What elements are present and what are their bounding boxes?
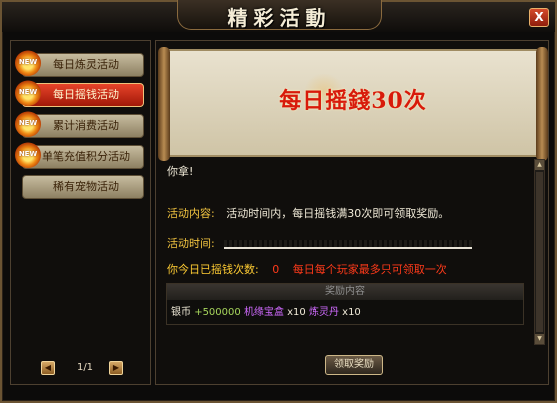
menu-item-daily-money-tree[interactable]: NEW 每日摇钱活动: [15, 80, 144, 107]
scroll-down-icon[interactable]: ▼: [535, 334, 544, 344]
close-button[interactable]: X: [529, 8, 549, 27]
content-text: 活动时间内，每日摇钱满30次即可领取奖励。: [226, 207, 450, 220]
new-badge-icon: NEW: [15, 50, 41, 76]
count-row: 你今日已摇钱次数: 0 每日每个玩家最多只可领取一次: [167, 261, 447, 277]
menu-item-label: 单笔充值积分活动: [42, 150, 130, 163]
menu-item-cumulative-spend[interactable]: NEW 累计消费活动: [15, 111, 144, 138]
page-indicator: 1/1: [76, 362, 94, 373]
new-badge-icon: NEW: [15, 142, 41, 168]
count-label: 你今日已摇钱次数:: [167, 263, 259, 276]
menu-item-daily-refine[interactable]: NEW 每日炼灵活动: [15, 50, 144, 77]
new-badge-text: NEW: [18, 150, 38, 158]
new-badge-icon: NEW: [15, 80, 41, 106]
reward-qty-2: x10: [342, 307, 361, 318]
pager: ◀ 1/1 ▶: [41, 361, 126, 377]
activity-list-panel: NEW 每日炼灵活动 NEW 每日摇钱活动 NEW 累计消费活动 NEW 单笔充…: [10, 40, 151, 385]
redacted-time: [224, 239, 473, 249]
window-title: 精彩活動: [227, 6, 332, 30]
new-badge-text: NEW: [18, 88, 38, 96]
reward-qty-1: x10: [287, 307, 306, 318]
activity-window: 精彩活動 X NEW 每日炼灵活动 NEW 每日摇钱活动 NEW 累计消费活动 …: [0, 0, 557, 403]
menu-item-single-recharge[interactable]: NEW 单笔充值积分活动: [15, 142, 144, 169]
new-badge-icon: NEW: [15, 111, 41, 137]
activity-description: 你拿! 活动内容: 活动时间内，每日摇钱满30次即可领取奖励。 活动时间: 你今…: [162, 159, 532, 345]
detail-scrollbar[interactable]: ▲ ▼: [534, 159, 545, 345]
new-badge-text: NEW: [18, 119, 38, 127]
limit-note: 每日每个玩家最多只可领取一次: [292, 263, 447, 276]
menu-item-label: 每日炼灵活动: [53, 58, 119, 71]
next-page-button[interactable]: ▶: [109, 361, 123, 375]
menu-item-label: 稀有宠物活动: [53, 180, 119, 193]
menu-item-rare-pet[interactable]: 稀有宠物活动: [22, 175, 144, 199]
content-row: 活动内容: 活动时间内，每日摇钱满30次即可领取奖励。: [167, 205, 449, 221]
title-plaque: 精彩活動: [177, 0, 382, 30]
content-label: 活动内容:: [167, 207, 215, 220]
scroll-up-icon[interactable]: ▲: [535, 160, 544, 170]
time-label: 活动时间:: [167, 237, 215, 250]
prev-page-button[interactable]: ◀: [41, 361, 55, 375]
reward-header: 奖励内容: [167, 284, 523, 300]
menu-item-label: 累计消费活动: [53, 119, 119, 132]
activity-detail-panel: 每日摇錢30次 你拿! 活动内容: 活动时间内，每日摇钱满30次即可领取奖励。 …: [155, 40, 549, 385]
menu-item-label: 每日摇钱活动: [53, 88, 119, 101]
reward-amount: +500000: [194, 307, 241, 318]
time-row: 活动时间:: [167, 235, 473, 251]
reward-row: 银币 +500000 机缘宝盒 x10 炼灵丹 x10: [167, 300, 523, 321]
greeting: 你拿!: [167, 165, 194, 178]
reward-item-1[interactable]: 机缘宝盒: [244, 307, 284, 318]
title-bar: 精彩活動 X: [2, 0, 555, 32]
new-badge-text: NEW: [18, 58, 38, 66]
banner-title: 每日摇錢30次: [279, 88, 427, 114]
count-value: 0: [272, 263, 280, 276]
reward-item-2[interactable]: 炼灵丹: [309, 307, 339, 318]
activity-banner: 每日摇錢30次: [158, 47, 548, 161]
reward-box: 奖励内容 银币 +500000 机缘宝盒 x10 炼灵丹 x10: [166, 283, 524, 325]
claim-reward-button[interactable]: 领取奖励: [325, 355, 383, 375]
reward-currency: 银币: [171, 307, 191, 318]
scroll-thumb[interactable]: [536, 172, 543, 332]
